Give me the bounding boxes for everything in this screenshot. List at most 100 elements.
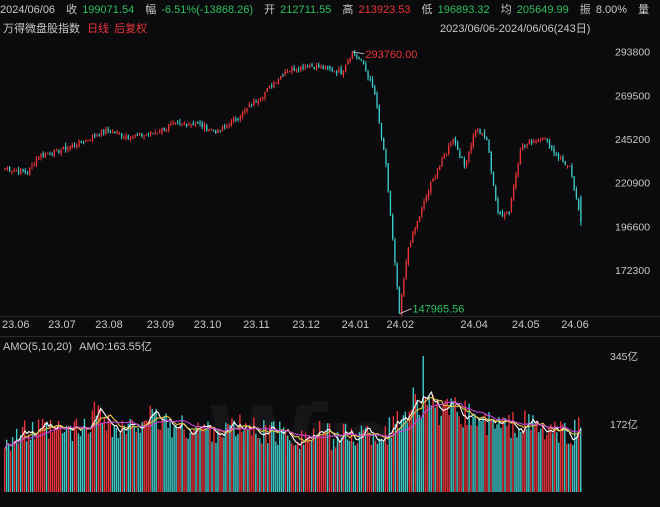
x-tick-label: 24.01 xyxy=(341,319,370,331)
volume-bar xyxy=(482,417,484,492)
candle xyxy=(273,80,275,89)
volume-bar xyxy=(91,410,94,492)
volume-bar xyxy=(127,423,129,492)
candle xyxy=(392,213,394,241)
volume-bar xyxy=(101,423,104,492)
candle xyxy=(560,155,562,161)
volume-bar xyxy=(436,400,438,492)
candle xyxy=(284,69,286,77)
volume-bar xyxy=(215,442,217,492)
volume-bar xyxy=(261,443,263,492)
candle xyxy=(481,132,483,137)
candle xyxy=(306,64,309,68)
volume-bar xyxy=(27,434,30,492)
volume-bar xyxy=(430,405,432,492)
candle xyxy=(185,123,188,128)
volume-bar xyxy=(574,419,576,492)
volume-bar xyxy=(318,420,321,492)
candle xyxy=(217,128,219,134)
volume-bar xyxy=(308,436,311,492)
candle xyxy=(439,165,441,171)
candle xyxy=(555,151,557,156)
volume-bar xyxy=(464,400,466,492)
candle xyxy=(250,103,253,108)
adjust-tag[interactable]: 后复权 xyxy=(114,23,147,35)
candle xyxy=(58,149,60,154)
low-value: 196893.32 xyxy=(437,4,490,16)
volume-bar xyxy=(21,426,24,492)
volume-bar xyxy=(472,416,474,492)
volume-bar xyxy=(408,411,410,492)
volume-bar xyxy=(476,425,478,492)
volume-bar xyxy=(466,425,468,492)
volume-bar xyxy=(155,408,157,492)
volume-bar xyxy=(4,448,6,492)
candle xyxy=(340,65,342,75)
volume-bar xyxy=(378,438,381,492)
volume-label: 量 xyxy=(638,4,650,16)
volume-bar xyxy=(518,428,520,492)
volume-bar xyxy=(534,426,536,492)
volume-bar xyxy=(304,432,307,492)
volume-bar xyxy=(79,436,82,492)
volume-bar xyxy=(247,429,249,492)
candle xyxy=(89,139,91,142)
candle xyxy=(535,139,537,144)
volume-bar xyxy=(580,427,582,492)
candle xyxy=(300,65,302,72)
price-y-tick: 269500 xyxy=(615,90,650,102)
candle xyxy=(575,186,578,201)
candle xyxy=(125,133,127,141)
candle xyxy=(194,121,197,128)
volume-bar xyxy=(165,413,167,492)
volume-bar xyxy=(229,424,231,492)
candle xyxy=(524,144,526,149)
volume-bar xyxy=(556,432,558,492)
volume-y-tick: 345亿 xyxy=(610,350,638,363)
volume-bar xyxy=(81,427,84,492)
volume-bar xyxy=(510,437,512,492)
price-chart: 172300 196600 220900 245200 269500 293800 2937… xyxy=(4,47,650,316)
volume-bar xyxy=(25,441,28,492)
candle xyxy=(356,53,358,60)
candle xyxy=(235,116,237,123)
candle xyxy=(219,130,221,133)
volume-bar xyxy=(65,425,68,492)
candle xyxy=(244,107,246,115)
volume-bar xyxy=(277,445,279,492)
candle xyxy=(55,148,58,152)
period-tag[interactable]: 日线 xyxy=(87,23,109,35)
volume-bar xyxy=(562,424,564,492)
volume-bar xyxy=(219,431,221,492)
candle xyxy=(492,171,495,187)
candle xyxy=(398,286,401,314)
candle xyxy=(246,107,248,114)
volume-bar xyxy=(328,423,331,492)
volume-bar xyxy=(191,432,193,492)
volume-bar xyxy=(255,433,257,492)
volume-bar xyxy=(546,434,548,492)
candle xyxy=(259,97,262,103)
volume-bar xyxy=(410,409,412,492)
candle xyxy=(40,152,42,161)
candle xyxy=(497,196,499,215)
candle xyxy=(215,129,217,134)
header-date: 2024/06/06 xyxy=(0,4,56,16)
candle xyxy=(465,160,468,169)
volume-bar xyxy=(340,437,343,492)
candle xyxy=(338,66,340,73)
candle xyxy=(49,151,51,156)
candle xyxy=(78,139,80,148)
candle xyxy=(15,168,17,172)
volume-bar xyxy=(213,426,215,492)
candle xyxy=(539,137,542,143)
price-annotation: 293760.00 xyxy=(352,49,417,61)
volume-bar xyxy=(85,428,88,492)
candle xyxy=(313,66,315,70)
candle xyxy=(26,170,29,176)
candle xyxy=(430,180,432,196)
volume-bar xyxy=(163,415,165,492)
volume-bar xyxy=(516,437,518,492)
volume-bar xyxy=(63,431,66,492)
volume-bar xyxy=(358,431,361,492)
